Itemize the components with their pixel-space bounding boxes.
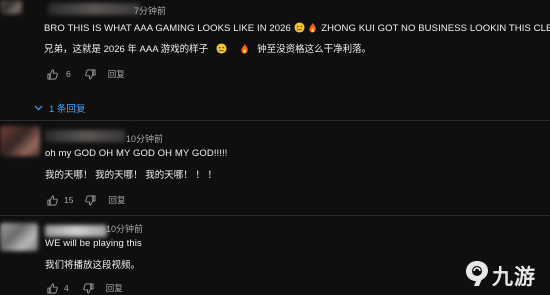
comment-time[interactable]: 10分钟前 [126,132,163,145]
comment-text-en: WE will be playing this [45,238,142,249]
replies-toggle[interactable]: 1 条回复 [34,101,85,115]
like-count: 6 [66,69,71,79]
fire-emoji-icon [307,22,318,33]
dislike-icon[interactable] [83,283,94,294]
fire-emoji-icon [239,43,250,54]
chevron-down-icon [34,103,43,114]
comment-text-en: BRO THIS IS WHAT AAA GAMING LOOKS LIKE I… [44,22,550,34]
divider [0,120,550,121]
crying-face-emoji-icon [294,22,305,33]
like-icon[interactable] [47,283,58,294]
comment-actions: 4 回复 [47,282,123,294]
username[interactable] [45,225,107,237]
like-count: 15 [64,195,74,205]
comment-text-cn-part2: 钟至没资格这么干净利落。 [257,44,372,55]
comment-actions: 15 回复 [47,194,125,206]
username[interactable] [45,130,125,142]
comment-text-en-part2: ZHONG KUI GOT NO BUSINESS LOOKIN THIS CL… [321,23,550,34]
replies-toggle-label: 1 条回复 [49,104,86,115]
comment-actions: 6 回复 [47,68,125,80]
comment-time[interactable]: 7分钟前 [134,4,166,17]
comment-time[interactable]: 10分钟前 [106,222,143,235]
reply-button[interactable]: 回复 [106,282,123,294]
watermark-text: 九游 [492,264,536,289]
comment-text-cn: 兄弟，这就是 2026 年 AAA 游戏的样子 钟至没资格这么干净利落。 [44,41,371,55]
like-count: 4 [64,283,69,293]
comment-2: 10分钟前 oh my GOD OH MY GOD OH MY GOD!!!!!… [0,122,550,212]
comment-text-cn: 我的天哪！ 我的天哪！ 我的天哪！ ！ ！ [45,170,218,181]
like-icon[interactable] [47,195,58,206]
comment-1: 7分钟前 BRO THIS IS WHAT AAA GAMING LOOKS L… [0,0,550,115]
comment-text-en: oh my GOD OH MY GOD OH MY GOD!!!!! [45,148,228,159]
watermark-logo: 九游 [464,259,536,292]
avatar[interactable] [0,126,40,156]
like-icon[interactable] [47,69,58,80]
dislike-icon[interactable] [85,195,96,206]
dislike-icon[interactable] [85,69,96,80]
avatar[interactable] [0,223,38,251]
reply-button[interactable]: 回复 [108,68,125,80]
reply-button[interactable]: 回复 [108,194,125,206]
divider [0,215,550,216]
comment-text-cn-part1: 兄弟，这就是 2026 年 AAA 游戏的样子 [44,44,209,55]
crying-face-emoji-icon [216,43,227,54]
comment-text-cn: 我们将播放这段视频。 [45,260,141,271]
username[interactable] [48,3,140,15]
comment-text-en-part1: BRO THIS IS WHAT AAA GAMING LOOKS LIKE I… [44,23,291,34]
avatar[interactable] [0,0,22,14]
nine-game-logo-icon [464,259,490,292]
